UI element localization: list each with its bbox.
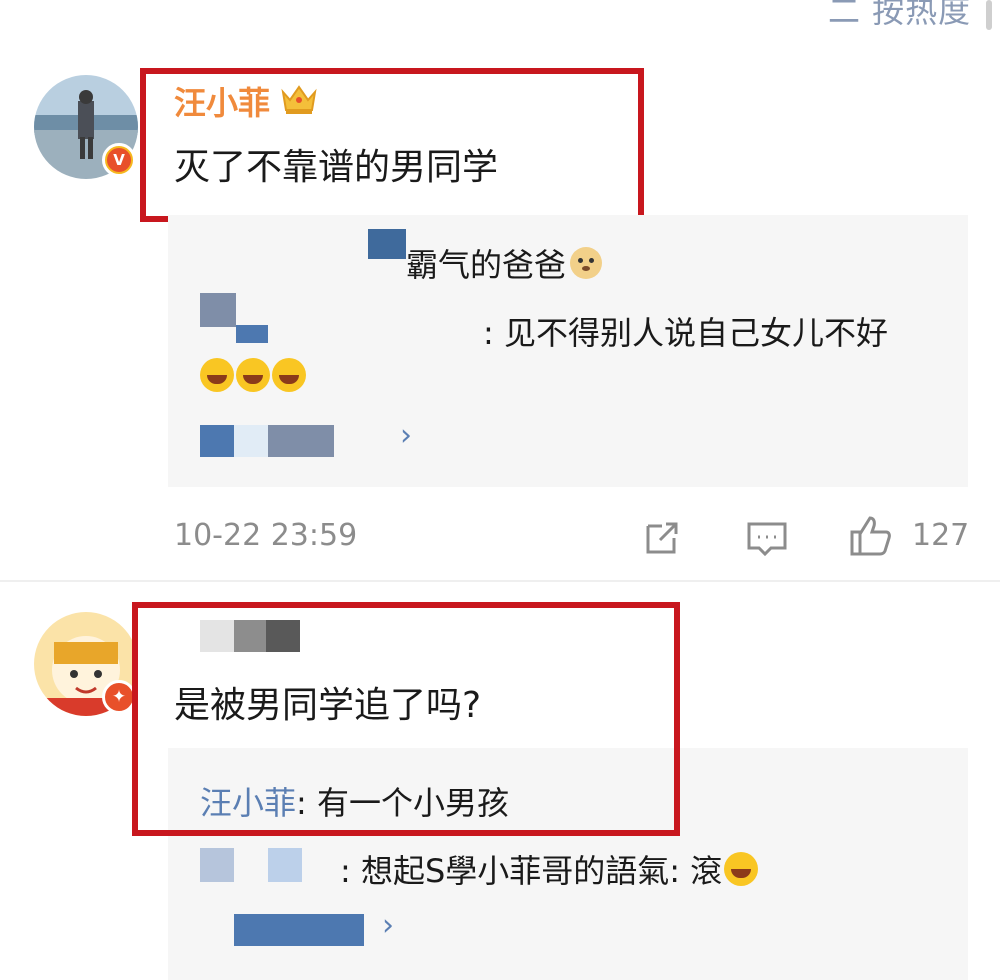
- like-count: 127: [912, 518, 970, 553]
- mosaic-link[interactable]: [234, 914, 364, 946]
- laugh-cry-emoji-icon: [724, 852, 759, 886]
- reply-line: : 想起S學小菲哥的語氣: 滾: [340, 846, 759, 892]
- divider: [0, 580, 1000, 582]
- share-icon[interactable]: [640, 516, 684, 564]
- mosaic-link[interactable]: [268, 425, 334, 457]
- reply-text: : 见不得别人说自己女儿不好: [483, 314, 888, 352]
- star-badge-icon: ✦: [102, 680, 136, 714]
- highlight-frame: [140, 68, 644, 222]
- mosaic-name: [268, 848, 302, 882]
- scrollbar-thumb[interactable]: [986, 0, 992, 30]
- sort-by-hot-button[interactable]: 二 按热度: [828, 0, 971, 32]
- mosaic-name: [236, 325, 268, 343]
- verified-v-icon: V: [102, 143, 136, 177]
- emoji-row: [200, 358, 306, 392]
- laugh-cry-emoji-icon: [272, 358, 306, 392]
- comment-icon[interactable]: [745, 516, 789, 564]
- reply-box: 霸气的爸爸 : 见不得别人说自己女儿不好 ›: [168, 215, 968, 487]
- mosaic-link[interactable]: [200, 425, 234, 457]
- reply-text: : 想起S學小菲哥的語氣: 滾: [340, 852, 723, 890]
- chevron-right-icon[interactable]: ›: [400, 418, 412, 453]
- mosaic-name: [200, 293, 236, 327]
- mosaic-name: [200, 848, 234, 882]
- mosaic-avatar: [368, 229, 406, 259]
- reply-user-name[interactable]: 霸气的爸爸: [406, 240, 566, 286]
- laugh-cry-emoji-icon: [236, 358, 270, 392]
- highlight-frame: [132, 602, 680, 836]
- laugh-cry-emoji-icon: [200, 358, 234, 392]
- mosaic-link[interactable]: [234, 425, 268, 457]
- doge-emoji-icon: [570, 247, 603, 279]
- thumbs-up-icon[interactable]: [848, 514, 892, 562]
- chevron-right-icon[interactable]: ›: [382, 908, 394, 943]
- reply-line: 霸气的爸爸: [406, 240, 603, 286]
- comment-date: 10-22 23:59: [174, 518, 358, 553]
